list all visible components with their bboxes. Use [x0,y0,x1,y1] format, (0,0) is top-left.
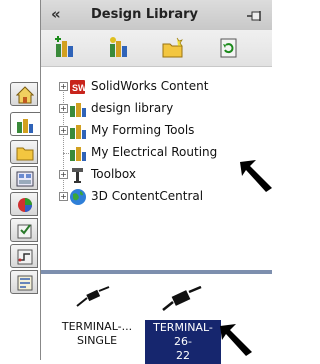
annotation-arrow-icon [240,160,272,192]
tree-item-my-forming-tools[interactable]: + My Forming Tools [41,120,272,142]
add-file-location-button[interactable] [107,36,131,60]
tree-item-label: SolidWorks Content [91,79,209,93]
routing-library-icon [17,249,33,265]
refresh-button[interactable] [217,36,241,60]
tree-item-label: design library [91,101,174,115]
task-pane-tabs [10,82,41,332]
tree-item-solidworks-content[interactable]: + SW SolidWorks Content [41,76,272,98]
expand-toggle[interactable]: + [59,104,68,113]
globe-icon [69,188,87,210]
library-folder-icon [69,144,87,166]
preview-item-terminal-single[interactable]: TERMINAL-... SINGLE [53,274,141,360]
preview-item-label: 22 [176,349,190,362]
custom-properties-icon [17,224,32,239]
add-file-location-icon [110,37,127,57]
panel-title-bar: « Design Library [41,0,272,31]
expand-toggle[interactable]: + [59,170,68,179]
preview-item-terminal-26-22[interactable]: TERMINAL-26- 22 [139,274,227,364]
preview-item-label: TERMINAL-... [61,320,133,333]
expand-toggle[interactable]: + [59,82,68,91]
tree-item-design-library[interactable]: + design library [41,98,272,120]
terminal-part-icon [76,286,110,307]
refresh-icon [220,38,237,58]
routing-library-tab[interactable] [10,244,38,268]
preview-item-label: SINGLE [76,334,118,347]
library-folder-icon [69,100,87,122]
expand-toggle[interactable]: + [59,126,68,135]
terminal-part-icon [162,286,202,311]
panel-title: Design Library [91,7,199,22]
folder-icon [16,147,34,161]
design-library-tab[interactable] [10,112,41,136]
library-folder-icon [69,122,87,144]
tree-item-label: My Forming Tools [91,123,195,137]
view-palette-tab[interactable] [10,166,38,190]
house-icon [16,86,34,104]
tree-item-label: 3D ContentCentral [91,189,204,203]
create-new-folder-icon [162,37,183,58]
design-checker-tab[interactable] [10,270,38,294]
design-library-icon [17,119,33,133]
collapse-button[interactable]: « [51,5,61,23]
design-checker-icon [17,275,33,291]
home-tab[interactable] [10,82,38,106]
pin-icon[interactable] [246,7,264,26]
create-new-folder-button[interactable] [161,36,185,60]
custom-properties-tab[interactable] [10,218,38,242]
appearances-tab[interactable] [10,192,38,216]
library-toolbar [41,30,272,67]
preview-item-label: TERMINAL-26- [153,321,213,348]
add-to-library-icon [55,36,73,57]
svg-text:SW: SW [72,83,87,93]
solidworks-content-icon: SW [69,78,87,100]
toolbox-icon [69,166,87,188]
add-to-library-button[interactable] [53,36,77,60]
tree-item-label: Toolbox [91,167,136,181]
expand-toggle[interactable]: + [59,192,68,201]
tree-item-label: My Electrical Routing [91,145,218,159]
view-palette-icon [16,171,34,187]
annotation-arrow-icon [220,324,252,356]
appearances-icon [18,198,32,212]
file-explorer-tab[interactable] [10,140,38,164]
